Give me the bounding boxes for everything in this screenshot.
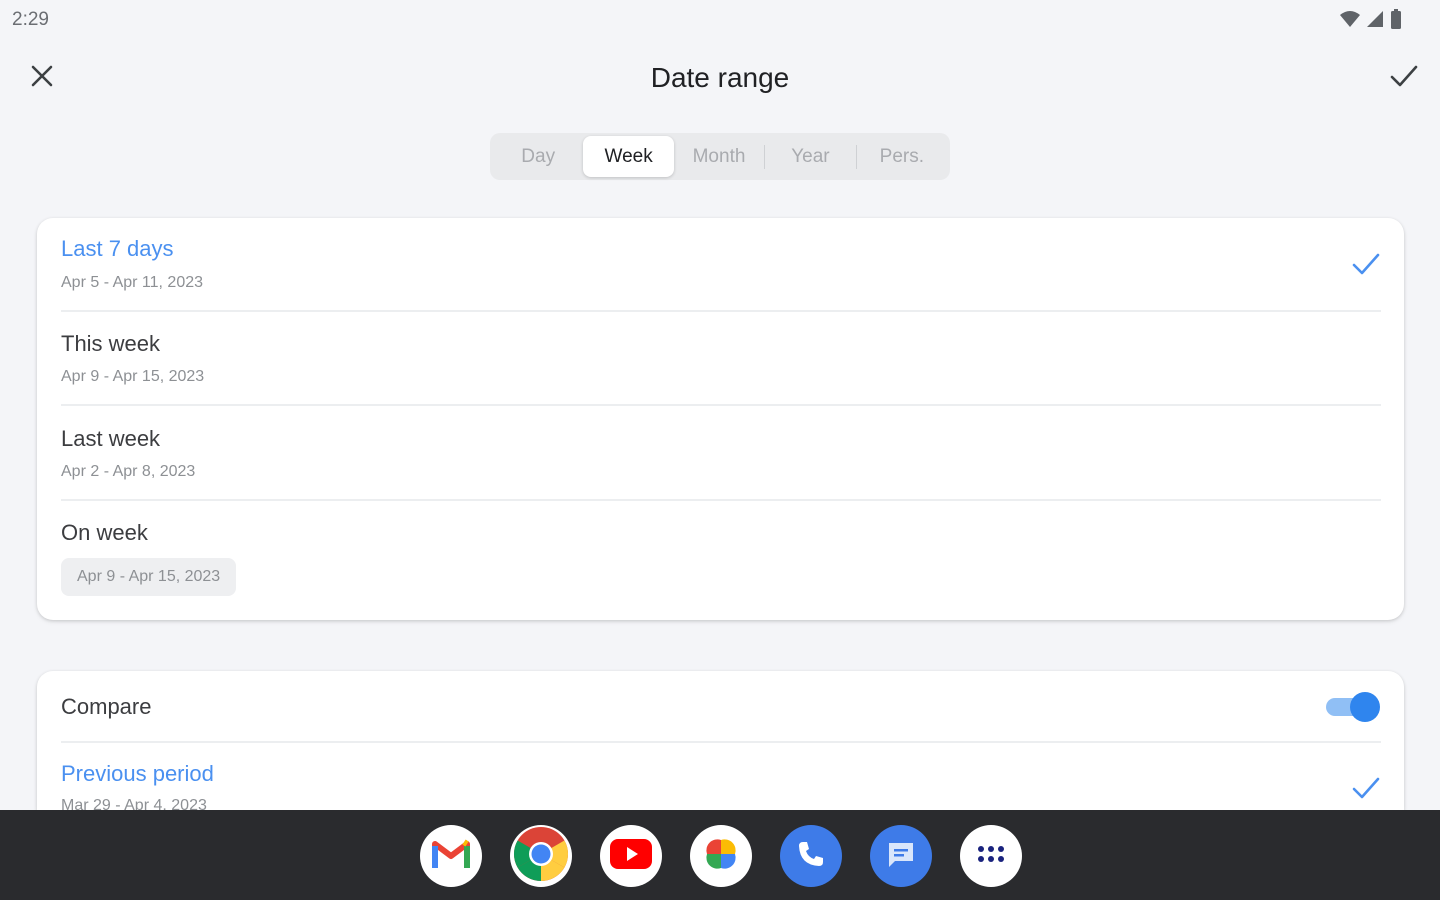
range-option-last-week[interactable]: Last week Apr 2 - Apr 8, 2023 — [61, 406, 1381, 498]
period-segmented-control: Day Week Month Year Pers. — [490, 133, 950, 180]
photos-app[interactable] — [690, 825, 752, 887]
chrome-app[interactable] — [510, 825, 572, 887]
selected-check-icon — [1352, 776, 1380, 805]
gmail-app[interactable] — [420, 825, 482, 887]
youtube-app[interactable] — [600, 825, 662, 887]
tab-month[interactable]: Month — [674, 136, 764, 177]
range-option-title: On week — [61, 520, 148, 545]
check-icon — [1390, 64, 1418, 93]
messages-icon — [885, 839, 917, 874]
tab-year[interactable]: Year — [765, 136, 855, 177]
messages-app[interactable] — [870, 825, 932, 887]
range-option-title: This week — [61, 331, 161, 356]
photos-icon — [699, 832, 743, 881]
phone-app[interactable] — [780, 825, 842, 887]
range-option-dates: Apr 9 - Apr 15, 2023 — [61, 368, 205, 385]
compare-card: Compare Previous period Mar 29 - Apr 4, … — [37, 671, 1404, 811]
range-option-title: Last week — [61, 426, 161, 451]
app-dock — [0, 810, 1440, 900]
compare-toggle[interactable] — [1324, 692, 1380, 722]
range-option-dates: Apr 5 - Apr 11, 2023 — [61, 274, 204, 291]
range-option-last-7-days[interactable]: Last 7 days Apr 5 - Apr 11, 2023 — [61, 218, 1381, 311]
cell-signal-icon — [1366, 10, 1384, 33]
compare-option-title: Previous period — [61, 761, 214, 786]
chrome-icon — [513, 826, 569, 887]
compare-option-dates: Mar 29 - Apr 4, 2023 — [61, 797, 207, 811]
battery-icon — [1390, 9, 1402, 34]
compare-row: Compare — [61, 671, 1381, 741]
range-option-on-week[interactable]: On week Apr 9 - Apr 15, 2023 — [61, 501, 1381, 620]
selected-check-icon — [1352, 252, 1380, 281]
compare-option-previous-period[interactable]: Previous period Mar 29 - Apr 4, 2023 — [61, 743, 1381, 811]
status-icons — [1340, 9, 1402, 34]
app-drawer[interactable] — [960, 825, 1022, 887]
toggle-thumb — [1350, 692, 1380, 722]
page-title: Date range — [650, 62, 790, 93]
week-date-chip[interactable]: Apr 9 - Apr 15, 2023 — [61, 558, 237, 596]
range-option-this-week[interactable]: This week Apr 9 - Apr 15, 2023 — [61, 312, 1381, 404]
app-drawer-icon — [976, 844, 1006, 869]
confirm-button[interactable] — [1384, 58, 1424, 98]
status-time: 2:29 — [12, 9, 49, 30]
range-options-card: Last 7 days Apr 5 - Apr 11, 2023 This we… — [37, 218, 1404, 620]
range-option-dates: Apr 2 - Apr 8, 2023 — [61, 463, 196, 480]
range-option-title: Last 7 days — [61, 236, 174, 261]
compare-label: Compare — [61, 694, 152, 719]
tab-day[interactable]: Day — [493, 136, 583, 177]
wifi-icon — [1340, 10, 1360, 33]
tab-pers[interactable]: Pers. — [857, 136, 947, 177]
status-bar: 2:29 — [0, 0, 1440, 40]
tab-week[interactable]: Week — [583, 136, 674, 177]
youtube-icon — [610, 838, 652, 874]
gmail-icon — [431, 838, 471, 875]
phone-icon — [796, 839, 826, 874]
